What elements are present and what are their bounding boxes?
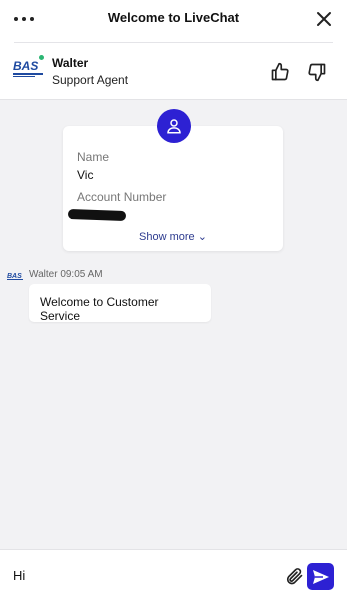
customer-info-card: Name Vic Account Number Show more ⌄: [63, 126, 283, 251]
message-composer: Hi: [0, 549, 347, 600]
close-icon[interactable]: [315, 10, 333, 28]
message-sender: Walter: [29, 269, 58, 280]
send-button[interactable]: [307, 563, 334, 590]
name-value: Vic: [77, 168, 94, 182]
user-avatar-icon: [157, 109, 191, 143]
logo-text: BAS: [13, 59, 38, 73]
agent-name: Walter: [52, 56, 89, 70]
thumbs-down-icon[interactable]: [307, 62, 327, 82]
message-bubble: Welcome to Customer Service: [29, 284, 211, 323]
agent-role: Support Agent: [52, 73, 129, 87]
paperclip-icon[interactable]: [284, 566, 304, 586]
redacted-account-number: [67, 208, 127, 222]
header-divider: [14, 42, 333, 43]
message-text: Welcome to Customer Service: [40, 295, 159, 323]
show-more-link[interactable]: Show more ⌄: [63, 230, 283, 243]
thumbs-up-icon[interactable]: [270, 62, 290, 82]
agent-message-logo: BAS: [7, 268, 25, 280]
name-label: Name: [77, 150, 110, 164]
online-status-dot: [38, 54, 45, 61]
account-number-label: Account Number: [77, 190, 167, 204]
chat-title: Welcome to LiveChat: [107, 10, 240, 25]
message-input[interactable]: Hi: [13, 568, 25, 583]
message-logo-text: BAS: [7, 273, 22, 280]
company-logo: BAS: [12, 58, 46, 78]
chat-header: Welcome to LiveChat BAS Walter Support A…: [0, 0, 347, 100]
message-meta: Walter 09:05 AM: [29, 269, 103, 280]
send-icon: [312, 569, 329, 584]
message-time: 09:05 AM: [60, 269, 103, 280]
